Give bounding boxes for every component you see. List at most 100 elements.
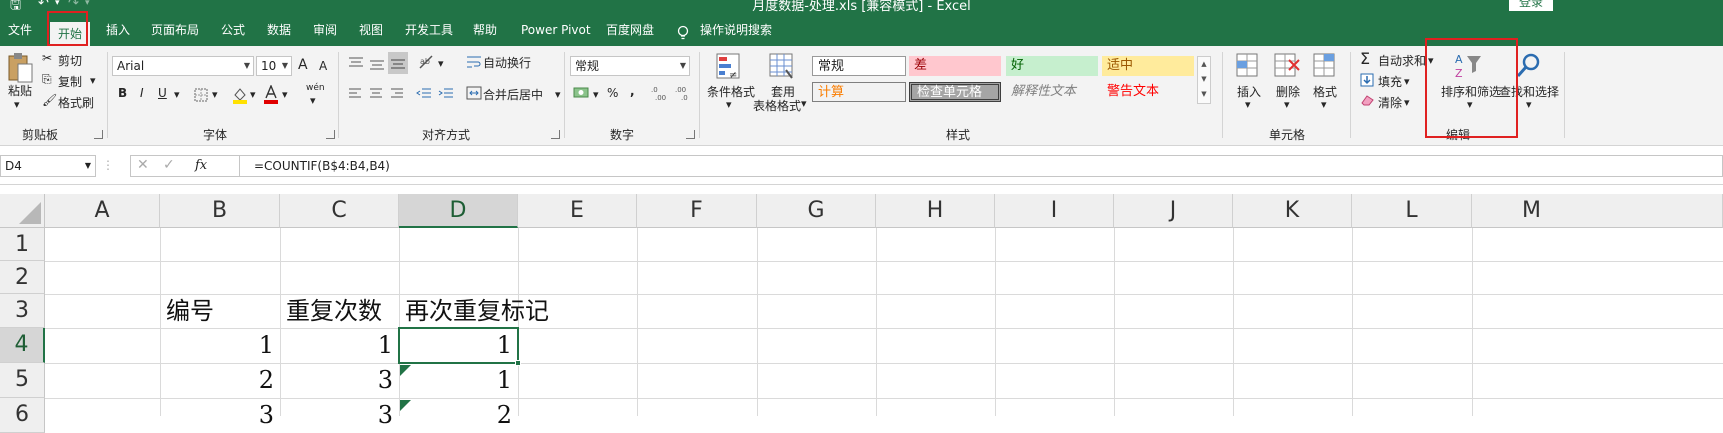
row-header-2[interactable]: 2	[0, 261, 45, 294]
tab-formulas[interactable]: 公式	[221, 20, 245, 40]
merge-center-button[interactable]: 合并后居中	[483, 86, 543, 103]
tab-help[interactable]: 帮助	[473, 20, 497, 40]
delete-dropdown-icon[interactable]: ▾	[1284, 98, 1290, 111]
error-indicator-icon[interactable]	[400, 400, 411, 411]
cell-d3[interactable]: 再次重复标记	[399, 294, 579, 329]
insert-function-icon[interactable]: fx	[195, 158, 207, 173]
formula-input[interactable]: =COUNTIF(B$4:B4,B4)	[240, 155, 1723, 177]
orientation-icon[interactable]: ab	[418, 54, 436, 70]
style-explanatory[interactable]: 解释性文本	[1006, 82, 1098, 102]
cell-d5[interactable]: 1	[399, 363, 518, 398]
style-good[interactable]: 好	[1006, 56, 1098, 76]
style-calculation[interactable]: 计算	[812, 82, 906, 102]
align-left-icon[interactable]	[348, 88, 362, 100]
decrease-font-button[interactable]: A	[319, 59, 327, 73]
border-icon[interactable]	[194, 88, 208, 102]
column-header-b[interactable]: B	[160, 194, 280, 228]
wrap-text-button[interactable]: 自动换行	[483, 54, 531, 71]
column-header-l[interactable]: L	[1352, 194, 1472, 228]
underline-dropdown-icon[interactable]: ▾	[174, 88, 180, 101]
scroll-up-icon[interactable]: ▲	[1198, 57, 1210, 72]
tell-me-search[interactable]: 操作说明搜索	[700, 20, 772, 40]
column-header-h[interactable]: H	[876, 194, 995, 228]
conditional-dropdown-icon[interactable]: ▾	[726, 98, 732, 111]
tab-page-layout[interactable]: 页面布局	[151, 20, 199, 40]
number-format-select[interactable]: 常规 ▼	[570, 56, 690, 76]
autosum-button[interactable]: 自动求和	[1378, 52, 1426, 69]
format-as-table-dropdown-icon[interactable]: ▾	[801, 97, 807, 110]
font-family-select[interactable]: Arial ▼	[112, 56, 254, 76]
clear-button[interactable]: 清除	[1378, 94, 1402, 111]
splitter-handle-icon[interactable]: ⋮	[102, 158, 114, 172]
cancel-icon[interactable]: ✕	[137, 157, 149, 173]
paste-icon[interactable]	[6, 52, 34, 84]
paste-button[interactable]: 粘贴	[8, 82, 32, 99]
comma-button[interactable]: ,	[630, 84, 635, 98]
decrease-indent-icon[interactable]	[416, 88, 432, 100]
increase-indent-icon[interactable]	[438, 88, 454, 100]
format-dropdown-icon[interactable]: ▾	[1321, 98, 1327, 111]
font-color-dropdown-icon[interactable]: ▾	[282, 88, 288, 101]
font-color-icon[interactable]	[264, 85, 278, 104]
tab-baidu-netdisk[interactable]: 百度网盘	[606, 20, 654, 40]
number-launcher-icon[interactable]	[686, 130, 695, 139]
sign-in-button[interactable]: 登录	[1509, 0, 1553, 11]
style-bad[interactable]: 差	[909, 56, 1001, 76]
column-header-m[interactable]: M	[1472, 194, 1723, 228]
clear-dropdown-icon[interactable]: ▾	[1404, 96, 1410, 109]
border-dropdown-icon[interactable]: ▾	[212, 88, 218, 101]
align-center-icon[interactable]	[369, 88, 383, 100]
accounting-dropdown-icon[interactable]: ▾	[593, 88, 599, 101]
tab-view[interactable]: 视图	[359, 20, 383, 40]
tab-data[interactable]: 数据	[267, 20, 291, 40]
column-header-f[interactable]: F	[637, 194, 757, 228]
align-right-icon[interactable]	[390, 88, 404, 100]
column-header-e[interactable]: E	[518, 194, 637, 228]
styles-gallery-scroll[interactable]: ▲ ▼ ▼	[1197, 56, 1211, 104]
fill-dropdown-icon[interactable]: ▾	[1404, 75, 1410, 88]
cut-button[interactable]: 剪切	[58, 52, 82, 69]
align-top-icon[interactable]	[348, 56, 364, 70]
column-header-i[interactable]: I	[995, 194, 1114, 228]
decrease-decimal-icon[interactable]: .00.0	[675, 84, 693, 102]
align-middle-icon[interactable]	[369, 58, 385, 72]
tab-developer[interactable]: 开发工具	[405, 20, 453, 40]
paste-dropdown-icon[interactable]: ▾	[14, 98, 20, 111]
tab-file[interactable]: 文件	[8, 20, 32, 40]
error-indicator-icon[interactable]	[400, 365, 411, 376]
cell-c5[interactable]: 3	[280, 363, 399, 398]
clipboard-launcher-icon[interactable]	[94, 130, 103, 139]
gallery-more-icon[interactable]: ▼	[1198, 87, 1210, 102]
insert-dropdown-icon[interactable]: ▾	[1245, 98, 1251, 111]
row-header-3[interactable]: 3	[0, 294, 45, 328]
scroll-down-icon[interactable]: ▼	[1198, 72, 1210, 87]
increase-decimal-icon[interactable]: .0.00	[651, 84, 669, 102]
format-painter-button[interactable]: 格式刷	[58, 94, 94, 111]
select-all-corner[interactable]	[0, 194, 45, 228]
copy-button[interactable]: 复制	[58, 73, 82, 90]
alignment-launcher-icon[interactable]	[551, 130, 560, 139]
font-launcher-icon[interactable]	[326, 130, 335, 139]
style-neutral[interactable]: 适中	[1102, 56, 1194, 76]
style-normal[interactable]: 常规	[812, 56, 906, 76]
fill-color-dropdown-icon[interactable]: ▾	[250, 88, 256, 101]
increase-font-button[interactable]: A	[298, 57, 308, 73]
column-header-g[interactable]: G	[757, 194, 876, 228]
column-header-d[interactable]: D	[399, 194, 518, 228]
font-size-select[interactable]: 10 ▼	[256, 56, 292, 76]
percent-button[interactable]: %	[607, 86, 618, 100]
fill-button[interactable]: 填充	[1378, 73, 1402, 90]
format-as-table-button[interactable]: 表格格式	[753, 97, 801, 114]
column-header-k[interactable]: K	[1233, 194, 1352, 228]
column-header-a[interactable]: A	[45, 194, 160, 228]
italic-button[interactable]: I	[140, 86, 144, 100]
orientation-dropdown-icon[interactable]: ▾	[438, 57, 444, 70]
name-box[interactable]: D4 ▼	[0, 155, 96, 177]
cell-b4[interactable]: 1	[160, 328, 280, 363]
style-warning[interactable]: 警告文本	[1102, 82, 1194, 102]
bold-button[interactable]: B	[118, 86, 127, 100]
underline-button[interactable]: U	[158, 86, 167, 100]
row-header-5[interactable]: 5	[0, 363, 45, 398]
fill-handle[interactable]	[515, 360, 521, 366]
align-bottom-selected[interactable]	[388, 52, 408, 74]
